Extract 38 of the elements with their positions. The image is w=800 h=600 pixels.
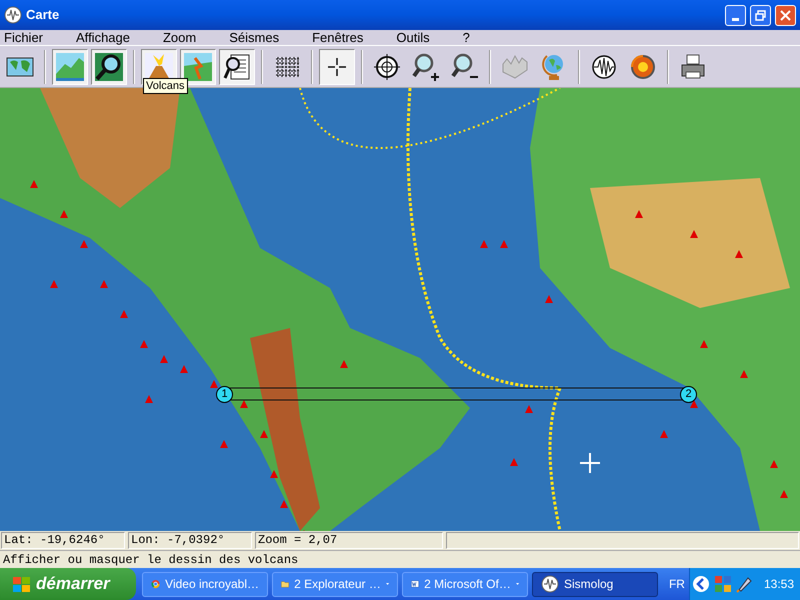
windows-logo-icon	[12, 575, 32, 593]
document-magnifier-icon	[222, 52, 252, 82]
tooltip: Volcans	[143, 78, 188, 94]
status-panel: Lat: -19,6246°	[1, 532, 125, 549]
menu-item[interactable]: Fenêtres	[310, 31, 366, 44]
restore-icon	[755, 10, 766, 20]
status-panel: Lon: -7,0392°	[128, 532, 252, 549]
minimize-button[interactable]	[725, 4, 746, 26]
magnifier-icon	[94, 52, 124, 82]
minimize-icon	[732, 18, 739, 20]
language-indicator[interactable]: FR	[668, 575, 685, 593]
menu-item[interactable]: Affichage	[74, 31, 132, 44]
window-title: Carte	[26, 6, 60, 24]
toolbar-button[interactable]	[219, 48, 255, 84]
start-button[interactable]: démarrer	[0, 568, 136, 600]
chevron-left-icon[interactable]	[692, 575, 710, 593]
fault-icon	[183, 52, 213, 82]
target-icon	[372, 52, 402, 82]
clock: 13:53	[764, 576, 794, 593]
menu-item[interactable]: Zoom	[160, 31, 198, 44]
menu-item[interactable]: ?	[460, 31, 472, 44]
toolbar-button[interactable]	[319, 48, 355, 84]
taskbar-button[interactable]: Sismolog	[532, 572, 658, 596]
close-icon	[780, 10, 791, 20]
taskbar-button[interactable]: 2 Microsoft Of…	[402, 572, 528, 596]
zoom-in-icon	[411, 52, 441, 82]
taskbar-button[interactable]: 2 Explorateur …	[272, 572, 398, 596]
restore-button[interactable]	[750, 4, 771, 26]
close-button[interactable]	[775, 4, 796, 26]
menu-item[interactable]: Fichier	[2, 31, 46, 44]
seismogram-icon	[4, 6, 22, 24]
menu-item[interactable]: Séismes	[227, 31, 282, 44]
seismogram-icon	[541, 575, 559, 593]
menu-item[interactable]: Outils	[394, 31, 432, 44]
status-panel: Zoom = 2,07	[255, 532, 443, 549]
landscape-icon	[55, 52, 85, 82]
toolbar-button[interactable]	[91, 48, 127, 84]
taskbar-button[interactable]: Video incroyabl…	[142, 572, 268, 596]
